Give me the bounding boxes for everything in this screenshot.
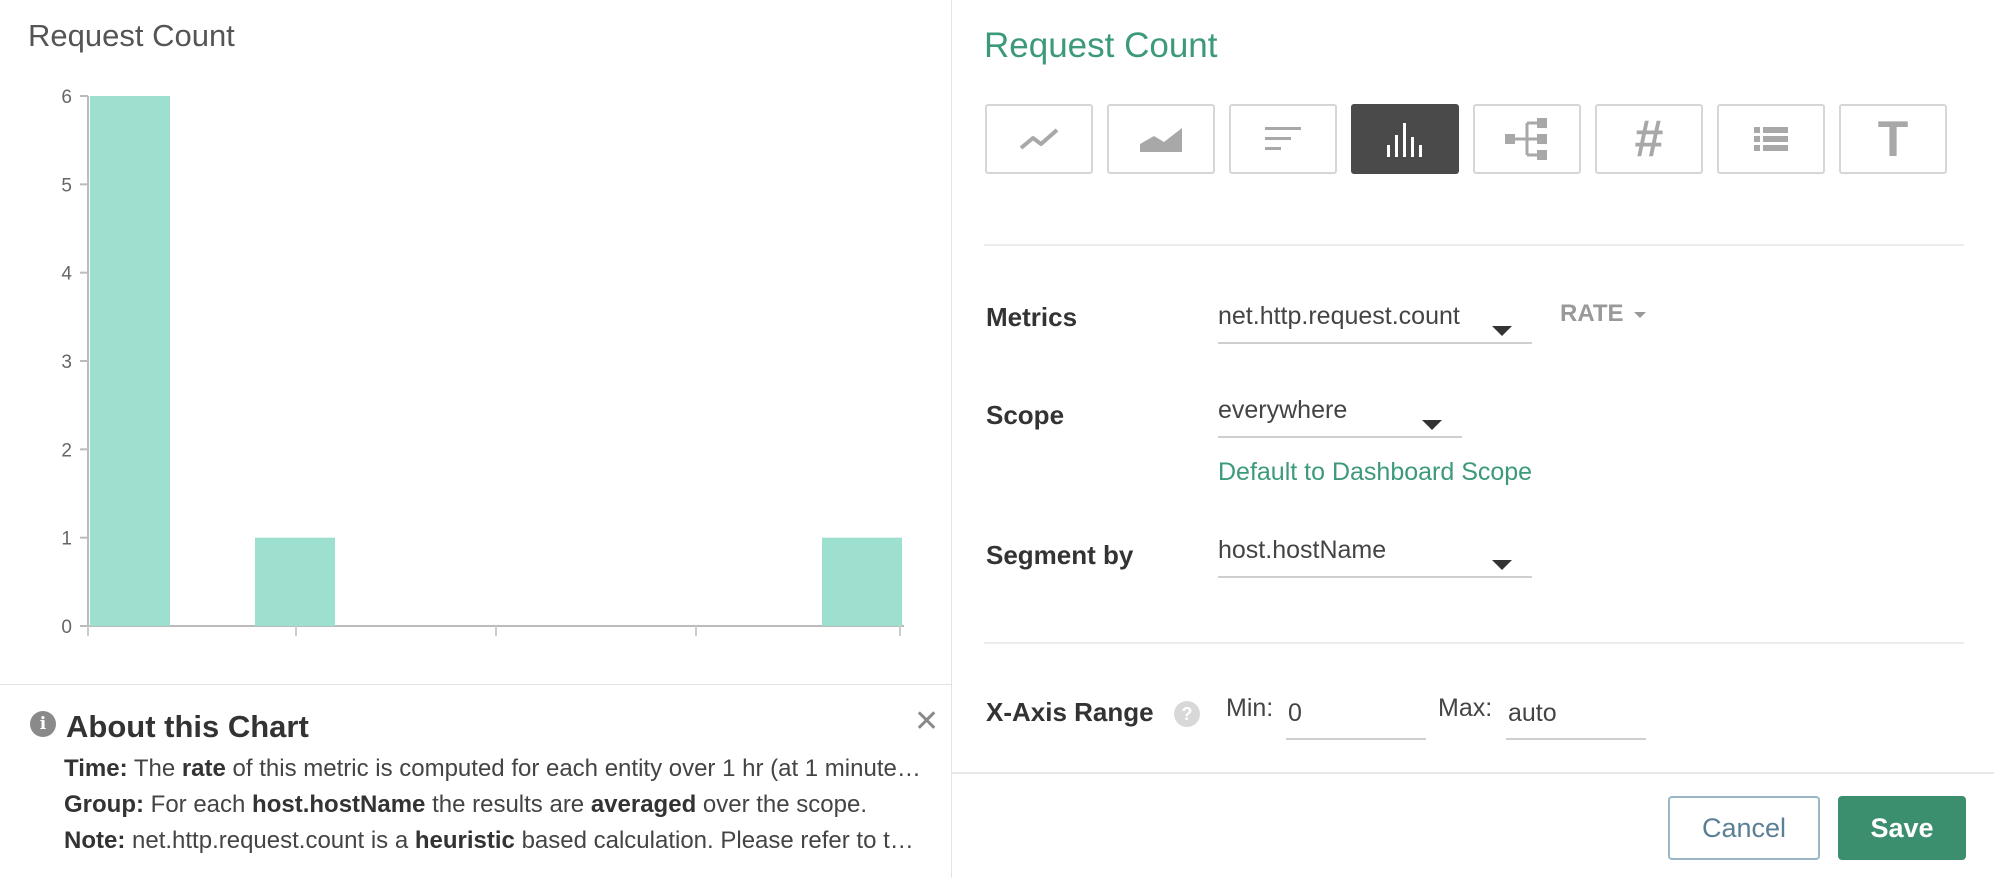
- close-icon[interactable]: ✕: [914, 707, 939, 737]
- y-tick-label: 0: [61, 617, 72, 638]
- group-bold-1: host.hostName: [252, 791, 426, 818]
- bar-chart: 0 1 2 3 4 5 6: [61, 87, 904, 638]
- editor-footer: Cancel Save: [952, 772, 1994, 878]
- chevron-down-icon: [1492, 560, 1512, 570]
- segment-by-select[interactable]: host.hostName: [1218, 536, 1532, 578]
- chart-preview-panel: 0 1 2 3 4 5 6 Request Count i About this Chart…: [0, 0, 952, 878]
- chevron-down-icon: [1422, 420, 1442, 430]
- rate-dropdown[interactable]: RATE: [1560, 300, 1646, 328]
- viz-histogram-button[interactable]: [1351, 104, 1459, 174]
- scope-label: Scope: [986, 400, 1065, 430]
- caret-down-icon: [1633, 311, 1646, 318]
- max-label: Max:: [1438, 694, 1493, 722]
- y-tick-label: 2: [61, 440, 72, 461]
- chart-bar: [90, 96, 170, 626]
- time-text: The: [133, 755, 176, 782]
- chevron-down-icon: [1492, 326, 1512, 336]
- text-icon: T: [1877, 111, 1909, 167]
- viz-topology-button[interactable]: [1473, 104, 1581, 174]
- note-text: net.http.request.count is a: [132, 827, 409, 854]
- group-text: For each: [150, 791, 246, 818]
- info-icon: i: [30, 711, 56, 737]
- about-chart-panel: i About this Chart ✕ Time: The rate of t…: [0, 684, 952, 878]
- x-axis-max-input[interactable]: [1506, 688, 1646, 740]
- group-label: Group:: [64, 791, 144, 818]
- y-tick-label: 6: [61, 87, 72, 108]
- scope-select[interactable]: everywhere: [1218, 396, 1462, 438]
- table-icon: [1754, 127, 1788, 151]
- divider: [984, 244, 1964, 246]
- about-title: About this Chart: [66, 709, 309, 744]
- toplist-icon: [1265, 127, 1301, 150]
- viz-toplist-button[interactable]: [1229, 104, 1337, 174]
- note-label: Note:: [64, 827, 126, 854]
- metrics-label: Metrics: [986, 302, 1078, 332]
- viz-table-button[interactable]: [1717, 104, 1825, 174]
- default-to-dashboard-scope-link[interactable]: Default to Dashboard Scope: [1218, 458, 1532, 487]
- y-tick-label: 4: [61, 264, 72, 285]
- line-chart-icon: [1019, 128, 1059, 150]
- x-axis-range-label: X-Axis Range: [986, 697, 1154, 727]
- topology-icon: [1505, 118, 1547, 160]
- segment-value: host.hostName: [1218, 536, 1387, 564]
- chart-editor-panel: Request Count # T Metrics net.http.reque…: [952, 0, 1994, 878]
- metrics-value: net.http.request.count: [1218, 302, 1460, 330]
- viz-line-button[interactable]: [985, 104, 1093, 174]
- cancel-button[interactable]: Cancel: [1668, 796, 1820, 860]
- viz-area-button[interactable]: [1107, 104, 1215, 174]
- about-time-line: Time: The rate of this metric is compute…: [64, 755, 922, 783]
- segment-by-label: Segment by: [986, 540, 1134, 570]
- y-tick-label: 5: [61, 175, 72, 196]
- viz-number-button[interactable]: #: [1595, 104, 1703, 174]
- viz-text-button[interactable]: T: [1839, 104, 1947, 174]
- divider: [984, 642, 1964, 644]
- rate-label: RATE: [1560, 300, 1624, 327]
- about-group-line: Group: For each host.hostName the result…: [64, 791, 922, 819]
- group-text-2: the results are: [432, 791, 585, 818]
- save-button[interactable]: Save: [1838, 796, 1966, 860]
- group-bold-2: averaged: [590, 791, 697, 818]
- y-tick-label: 1: [61, 529, 72, 550]
- time-bold: rate: [181, 755, 226, 782]
- chart-bar: [255, 537, 335, 626]
- area-chart-icon: [1140, 128, 1182, 152]
- chart-bar: [822, 537, 902, 626]
- x-axis-min-input[interactable]: [1286, 688, 1426, 740]
- chart-title: Request Count: [28, 18, 235, 53]
- note-bold: heuristic: [414, 827, 515, 854]
- about-note-line: Note: net.http.request.count is a heuris…: [64, 827, 922, 855]
- group-text-3: over the scope.: [702, 791, 868, 818]
- y-tick-label: 3: [61, 352, 72, 373]
- number-icon: #: [1634, 110, 1664, 168]
- min-label: Min:: [1226, 694, 1274, 722]
- histogram-icon: [1387, 123, 1422, 157]
- metrics-select[interactable]: net.http.request.count: [1218, 302, 1532, 344]
- editor-title: Request Count: [984, 26, 1218, 65]
- note-text-2: based calculation. Please refer to the d…: [521, 827, 922, 854]
- time-text-2: of this metric is computed for each enti…: [232, 755, 922, 782]
- time-label: Time:: [64, 755, 128, 782]
- help-icon[interactable]: ?: [1174, 701, 1200, 727]
- scope-value: everywhere: [1218, 396, 1348, 424]
